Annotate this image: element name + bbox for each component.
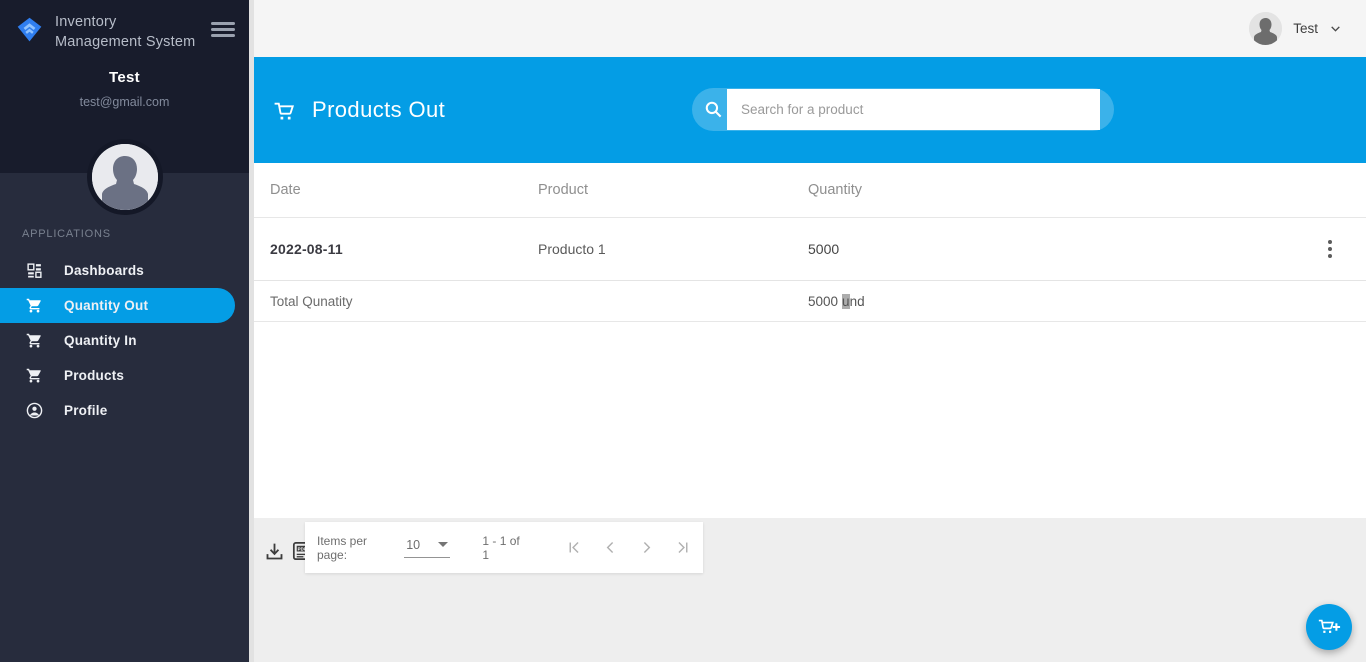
total-value: 5000 und xyxy=(808,293,865,309)
download-excel-button[interactable] xyxy=(264,541,285,562)
table-total-row: Total Qunatity 5000 und xyxy=(254,281,1366,322)
last-page-button[interactable] xyxy=(674,539,691,556)
column-header-product: Product xyxy=(538,182,588,198)
sidebar-nav: Dashboards Quantity Out Quantity In Prod… xyxy=(0,253,249,428)
row-actions-kebab-icon[interactable] xyxy=(1323,235,1337,263)
page-header-banner: Products Out xyxy=(254,57,1366,163)
sidebar-item-label: Dashboards xyxy=(64,263,145,278)
page-range-label: 1 - 1 of 1 xyxy=(482,533,520,562)
user-menu-label: Test xyxy=(1293,21,1318,36)
search-bar xyxy=(692,88,1114,131)
sidebar-scrollbar[interactable] xyxy=(249,0,254,662)
dashboard-icon xyxy=(26,262,43,279)
chevron-down-icon xyxy=(438,542,449,547)
sidebar-item-products[interactable]: Products xyxy=(0,358,235,393)
search-input[interactable] xyxy=(727,89,1100,130)
first-page-button[interactable] xyxy=(566,539,583,556)
paginator: Items per page: 10 1 - 1 of 1 xyxy=(305,522,703,573)
main-content: Test Products Out Date Product Quantity xyxy=(254,0,1366,662)
sidebar-item-label: Quantity In xyxy=(64,333,137,348)
column-header-date: Date xyxy=(270,182,301,198)
search-icon xyxy=(704,100,723,119)
cart-icon xyxy=(1318,619,1334,630)
user-menu-button[interactable]: Test xyxy=(1249,12,1342,45)
table-footer-area: PDF Items per page: 10 1 - 1 of 1 xyxy=(254,518,1366,662)
sidebar-item-quantity-in[interactable]: Quantity In xyxy=(0,323,235,358)
sidebar-item-label: Profile xyxy=(64,403,108,418)
topbar: Test xyxy=(254,0,1366,57)
sidebar-section-label: APPLICATIONS xyxy=(22,228,111,240)
total-label: Total Qunatity xyxy=(270,293,353,309)
items-per-page-select[interactable]: 10 xyxy=(404,538,451,558)
highlighted-char: u xyxy=(842,293,850,309)
sidebar-user-name: Test xyxy=(109,69,140,87)
app-logo-icon xyxy=(16,16,43,43)
table-header-row: Date Product Quantity xyxy=(254,163,1366,218)
sidebar-item-quantity-out[interactable]: Quantity Out xyxy=(0,288,235,323)
cart-icon xyxy=(26,297,43,314)
cell-quantity: 5000 xyxy=(808,241,840,257)
sidebar-item-dashboards[interactable]: Dashboards xyxy=(0,253,235,288)
page-title: Products Out xyxy=(272,97,445,123)
sidebar-avatar xyxy=(91,144,158,210)
cell-date: 2022-08-11 xyxy=(270,241,343,257)
sidebar-item-profile[interactable]: Profile xyxy=(0,393,235,428)
products-out-table: Date Product Quantity 2022-08-11 Product… xyxy=(254,163,1366,518)
cart-icon xyxy=(26,367,43,384)
cart-icon xyxy=(272,98,297,123)
sidebar: Inventory Management System Test test@gm… xyxy=(0,0,249,662)
previous-page-button[interactable] xyxy=(602,539,619,556)
next-page-button[interactable] xyxy=(638,539,655,556)
items-per-page-label: Items per page: xyxy=(317,533,368,562)
table-row: 2022-08-11 Producto 1 5000 xyxy=(254,218,1366,281)
add-product-out-fab[interactable] xyxy=(1306,604,1352,650)
sidebar-item-label: Quantity Out xyxy=(64,298,149,313)
hamburger-menu-icon[interactable] xyxy=(211,22,235,37)
column-header-quantity: Quantity xyxy=(808,182,862,198)
app-title: Inventory Management System xyxy=(55,14,196,50)
cell-product: Producto 1 xyxy=(538,241,606,257)
cart-icon xyxy=(26,332,43,349)
chevron-down-icon xyxy=(1329,22,1342,35)
sidebar-header: Inventory Management System Test test@gm… xyxy=(0,0,249,210)
sidebar-user-email: test@gmail.com xyxy=(79,95,170,110)
sidebar-item-label: Products xyxy=(64,368,125,383)
user-avatar xyxy=(1249,12,1283,45)
profile-icon xyxy=(26,402,43,419)
